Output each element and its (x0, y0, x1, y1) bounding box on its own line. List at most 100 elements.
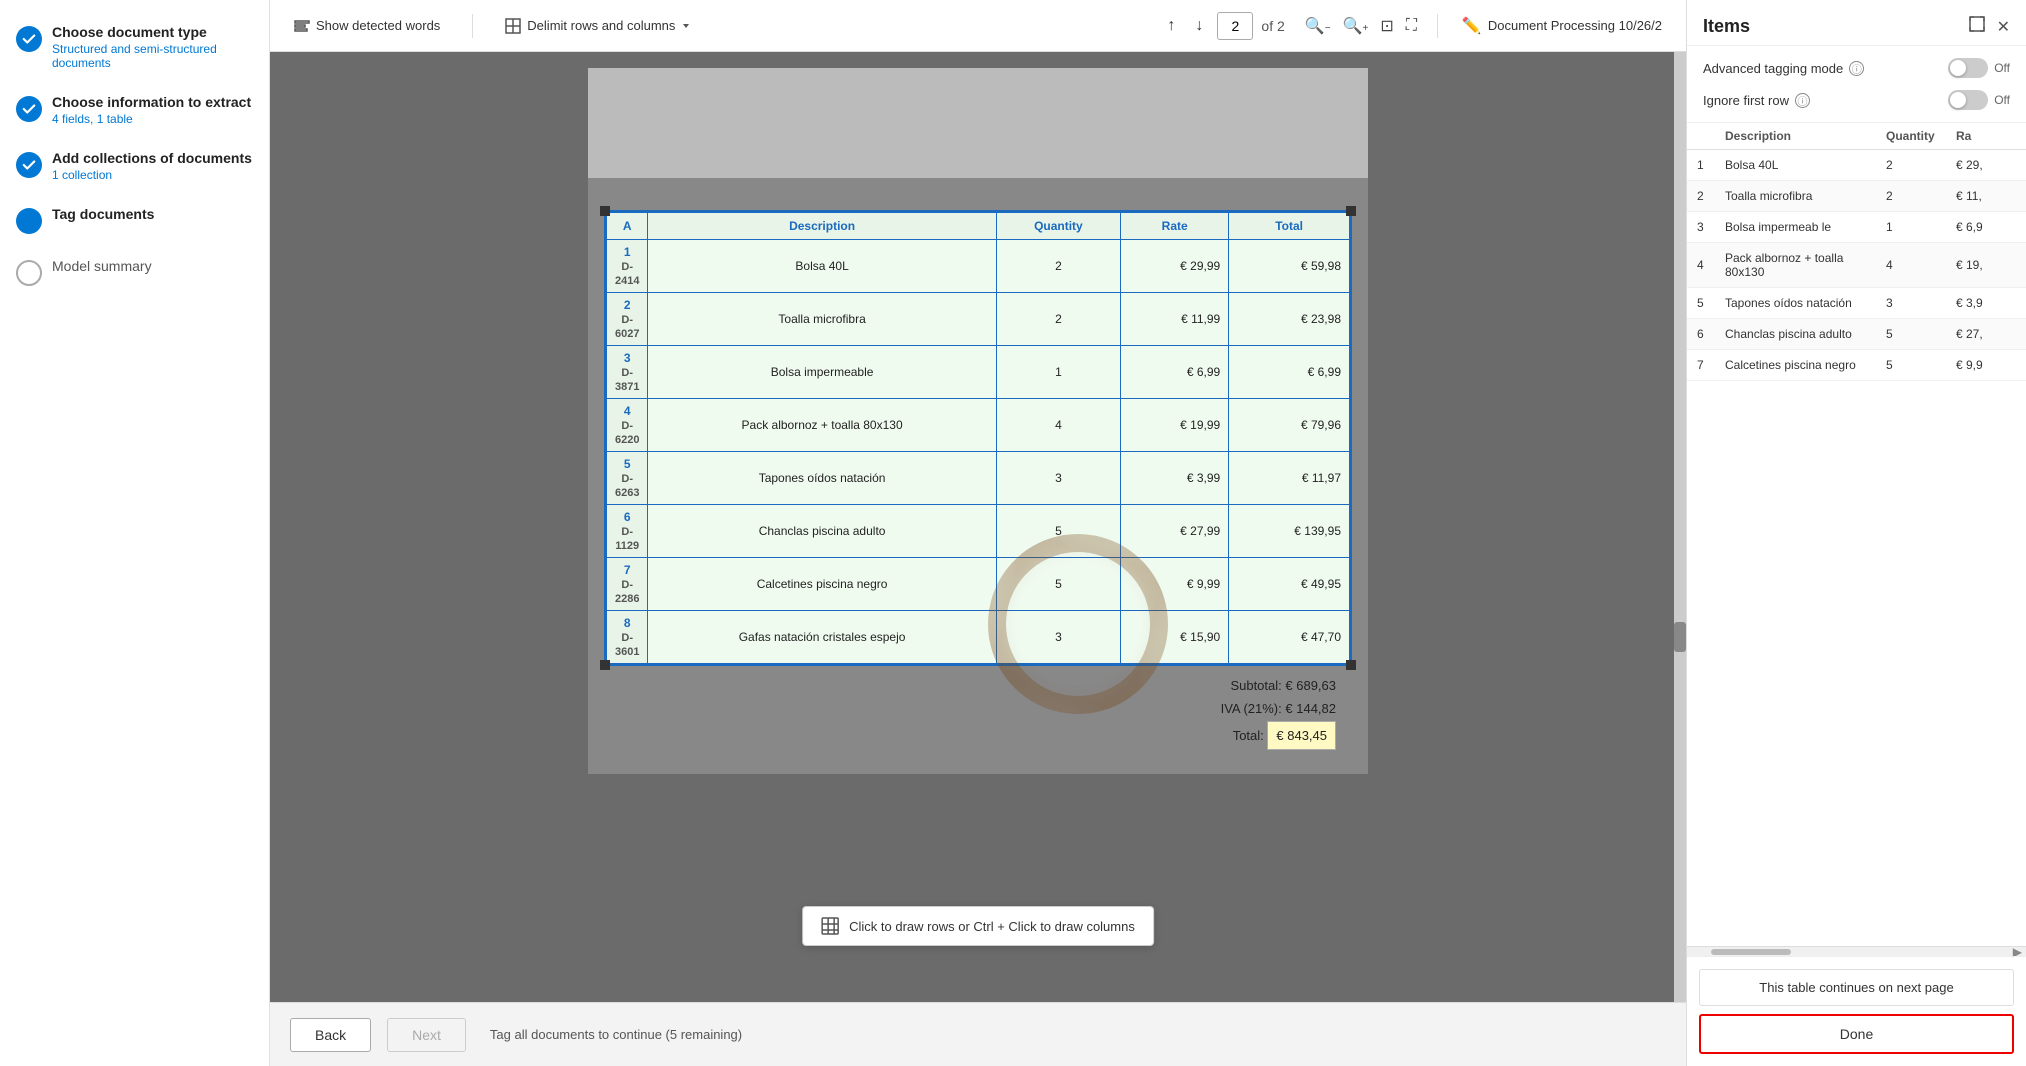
step-3-subtitle: 1 collection (52, 168, 252, 182)
scrollbar-thumb[interactable] (1674, 622, 1686, 652)
row-4-num: 4D-6220 (607, 399, 648, 452)
bottom-bar: Back Next Tag all documents to continue … (270, 1002, 1686, 1066)
row-8-total: € 47,70 (1229, 611, 1350, 664)
panel-col-num (1697, 129, 1725, 143)
panel-expand-button[interactable] (1969, 16, 1985, 37)
done-button[interactable]: Done (1699, 1014, 2014, 1054)
panel-row-4-qty: 4 (1886, 258, 1956, 272)
right-panel: Items ✕ Advanced tagging mode ⓘ (1686, 0, 2026, 1066)
panel-row-6-num: 6 (1697, 327, 1725, 341)
zoom-in-button[interactable]: 🔍+ (1339, 12, 1373, 40)
step-1-content: Choose document type Structured and semi… (52, 24, 253, 70)
tooltip-icon (821, 917, 839, 935)
step-done-icon-3 (16, 152, 42, 178)
doc-scrollbar[interactable] (1674, 52, 1686, 1002)
ignore-first-row-row: Ignore first row ⓘ Off (1703, 90, 2010, 110)
draw-tooltip: Click to draw rows or Ctrl + Click to dr… (802, 906, 1154, 946)
row-5-total: € 11,97 (1229, 452, 1350, 505)
step-5-content: Model summary (52, 258, 152, 274)
advanced-tagging-toggle[interactable] (1948, 58, 1988, 78)
doc-processing-button[interactable]: ✏️ Document Processing 10/26/2 (1454, 12, 1670, 40)
advanced-tagging-row: Advanced tagging mode ⓘ Off (1703, 58, 2010, 78)
step-model-summary[interactable]: Model summary (16, 258, 253, 286)
delimit-button[interactable]: Delimit rows and columns (497, 14, 699, 38)
step-choose-doc-type[interactable]: Choose document type Structured and semi… (16, 24, 253, 70)
row-7-rate: € 9,99 (1121, 558, 1229, 611)
row-6-total: € 139,95 (1229, 505, 1350, 558)
step-4-content: Tag documents (52, 206, 154, 222)
delimit-icon (505, 18, 521, 34)
panel-row-7-desc: Calcetines piscina negro (1725, 358, 1886, 372)
items-table: A Description Quantity Rate Total 1D-241… (606, 212, 1350, 664)
col-header-total: Total (1229, 213, 1350, 240)
show-words-button[interactable]: Show detected words (286, 14, 448, 38)
step-2-subtitle: 4 fields, 1 table (52, 112, 251, 126)
row-8-qty: 3 (996, 611, 1120, 664)
step-done-icon-1 (16, 26, 42, 52)
full-screen-button[interactable]: ⛶ (1402, 13, 1421, 39)
step-1-subtitle: Structured and semi-structured documents (52, 42, 253, 70)
table-row: 2D-6027 Toalla microfibra 2 € 11,99 € 23… (607, 293, 1350, 346)
row-2-num: 2D-6027 (607, 293, 648, 346)
step-3-title: Add collections of documents (52, 150, 252, 166)
panel-row-4-desc: Pack albornoz + toalla 80x130 (1725, 251, 1886, 279)
table-row: 3D-3871 Bolsa impermeable 1 € 6,99 € 6,9… (607, 346, 1350, 399)
step-choose-info[interactable]: Choose information to extract 4 fields, … (16, 94, 253, 126)
row-2-rate: € 11,99 (1121, 293, 1229, 346)
table-row: 4D-6220 Pack albornoz + toalla 80x130 4 … (607, 399, 1350, 452)
panel-row-3-desc: Bolsa impermeab le (1725, 220, 1886, 234)
panel-close-button[interactable]: ✕ (1997, 16, 2010, 37)
step-done-icon-2 (16, 96, 42, 122)
panel-row-3-num: 3 (1697, 220, 1725, 234)
document-area[interactable]: A Description Quantity Rate Total 1D-241… (270, 52, 1686, 1002)
page-number-input[interactable] (1217, 12, 1253, 40)
continues-button[interactable]: This table continues on next page (1699, 969, 2014, 1006)
subtotal-value: € 689,63 (1285, 678, 1336, 693)
step-active-icon-4 (16, 208, 42, 234)
ignore-first-row-info[interactable]: ⓘ (1795, 93, 1810, 108)
document-table[interactable]: A Description Quantity Rate Total 1D-241… (604, 210, 1352, 666)
step-tag-documents[interactable]: Tag documents (16, 206, 253, 234)
document-page: A Description Quantity Rate Total 1D-241… (588, 68, 1368, 774)
next-button[interactable]: Next (387, 1018, 466, 1052)
step-4-title: Tag documents (52, 206, 154, 222)
row-3-rate: € 6,99 (1121, 346, 1229, 399)
fit-page-button[interactable]: ⊡ (1376, 12, 1397, 40)
panel-hscroll-thumb[interactable] (1711, 949, 1791, 955)
page-down-button[interactable]: ↓ (1189, 13, 1209, 39)
ignore-first-row-toggle[interactable] (1948, 90, 1988, 110)
doc-processing-label: Document Processing 10/26/2 (1488, 18, 1662, 33)
advanced-tagging-info[interactable]: ⓘ (1849, 61, 1864, 76)
panel-horizontal-scrollbar[interactable]: ▶ (1687, 946, 2026, 956)
sidebar: Choose document type Structured and semi… (0, 0, 270, 1066)
panel-row-1-qty: 2 (1886, 158, 1956, 172)
toggle-knob (1950, 60, 1966, 76)
row-1-qty: 2 (996, 240, 1120, 293)
step-2-title: Choose information to extract (52, 94, 251, 110)
table-row: 5D-6263 Tapones oídos natación 3 € 3,99 … (607, 452, 1350, 505)
page-up-button[interactable]: ↑ (1161, 13, 1181, 39)
row-2-qty: 2 (996, 293, 1120, 346)
panel-footer: This table continues on next page Done (1687, 956, 2026, 1066)
row-3-num: 3D-3871 (607, 346, 648, 399)
back-button[interactable]: Back (290, 1018, 371, 1052)
panel-row-6-qty: 5 (1886, 327, 1956, 341)
step-add-collections[interactable]: Add collections of documents 1 collectio… (16, 150, 253, 182)
col-header-description: Description (648, 213, 996, 240)
panel-row-6-desc: Chanclas piscina adulto (1725, 327, 1886, 341)
subtotal-label: Subtotal: (1230, 678, 1281, 693)
panel-col-rate: Ra (1956, 129, 2016, 143)
row-4-rate: € 19,99 (1121, 399, 1229, 452)
row-6-desc: Chanclas piscina adulto (648, 505, 996, 558)
panel-row-7: 7 Calcetines piscina negro 5 € 9,9 (1687, 350, 2026, 381)
zoom-out-button[interactable]: 🔍− (1301, 12, 1335, 40)
row-5-qty: 3 (996, 452, 1120, 505)
panel-header-icons: ✕ (1969, 16, 2010, 37)
panel-row-5: 5 Tapones oídos natación 3 € 3,9 (1687, 288, 2026, 319)
row-1-desc: Bolsa 40L (648, 240, 996, 293)
row-2-total: € 23,98 (1229, 293, 1350, 346)
page-total: of 2 (1261, 18, 1284, 34)
panel-table-body: 1 Bolsa 40L 2 € 29, 2 Toalla microfibra … (1687, 150, 2026, 946)
panel-title: Items (1703, 16, 1750, 37)
row-7-qty: 5 (996, 558, 1120, 611)
